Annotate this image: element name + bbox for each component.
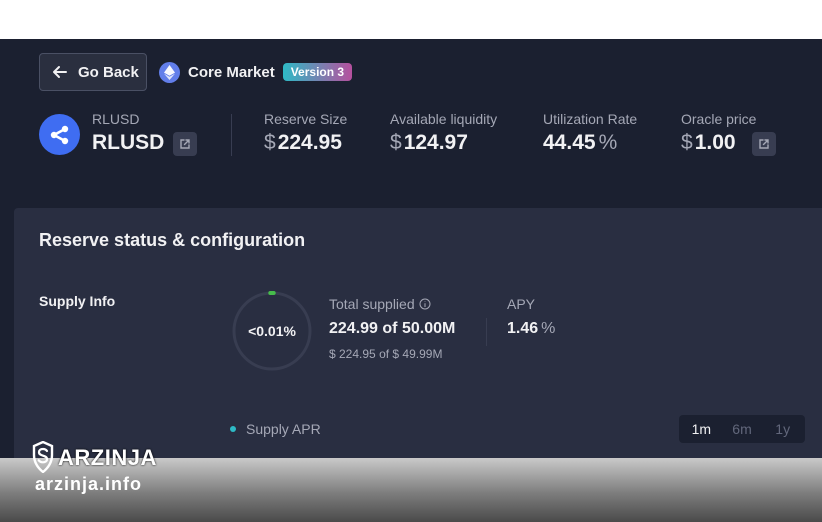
total-supplied-amount: 224.99: [329, 320, 378, 337]
watermark-brand: ARZINJA: [58, 445, 157, 470]
legend-dot-icon: [230, 426, 236, 432]
oracle-price-label: Oracle price: [681, 111, 757, 127]
browser-top-area: [0, 0, 822, 39]
ethereum-icon: [159, 61, 180, 83]
usd-supplied: $ 224.95: [329, 347, 376, 361]
total-supplied-usd: $ 224.95 of $ 49.99M: [329, 347, 442, 361]
currency-symbol: $: [264, 131, 276, 154]
range-button-6m[interactable]: 6m: [722, 417, 763, 441]
watermark-url: arzinja.info: [35, 474, 143, 494]
chart-legend: Supply APR: [230, 421, 321, 437]
arrow-left-icon: [53, 66, 67, 78]
available-liquidity-amount: 124.97: [403, 131, 468, 154]
usd-cap: $ 49.99M: [392, 347, 443, 361]
reserve-size-label: Reserve Size: [264, 111, 348, 127]
supply-divider: [486, 318, 487, 346]
external-link-icon: [759, 139, 769, 149]
reserve-size-amount: 224.95: [277, 131, 342, 154]
asset-symbol: RLUSD: [92, 131, 165, 154]
market-selector[interactable]: Core Market Version 3: [159, 61, 353, 83]
go-back-button[interactable]: Go Back: [39, 53, 147, 91]
panel-title: Reserve status & configuration: [39, 230, 306, 250]
percent-symbol: %: [541, 320, 556, 337]
info-icon[interactable]: [419, 298, 431, 310]
supply-info-label: Supply Info: [39, 293, 116, 309]
total-supplied-label: Total supplied: [329, 296, 431, 312]
apy-label: APY: [507, 296, 536, 312]
apy-amount: 1.46: [507, 320, 539, 337]
external-link-icon: [180, 139, 190, 149]
stats-divider: [231, 114, 232, 156]
utilization-rate-amount: 44.45: [543, 131, 596, 154]
range-button-1y[interactable]: 1y: [762, 417, 803, 441]
range-button-1m[interactable]: 1m: [681, 417, 722, 441]
market-name: Core Market: [188, 63, 275, 81]
rlusd-logo-icon: [39, 114, 80, 155]
oracle-price-value: $1.00: [681, 131, 736, 155]
utilization-rate-value: 44.45%: [543, 131, 617, 155]
oracle-external-link-button[interactable]: [752, 132, 776, 156]
of-text: of: [379, 347, 390, 361]
total-supplied-value: 224.99 of 50.00M: [329, 320, 455, 338]
total-supplied-label-text: Total supplied: [329, 296, 415, 312]
reserve-size-value: $224.95: [264, 131, 342, 155]
currency-symbol: $: [390, 131, 402, 154]
percent-symbol: %: [598, 131, 618, 154]
version-badge: Version 3: [282, 63, 353, 81]
supply-cap-amount: 50.00M: [401, 320, 456, 337]
utilization-rate-label: Utilization Rate: [543, 111, 638, 127]
available-liquidity-value: $124.97: [390, 131, 468, 155]
supply-ring-percent: <0.01%: [248, 323, 296, 339]
asset-external-link-button[interactable]: [173, 132, 197, 156]
oracle-price-amount: 1.00: [694, 131, 736, 154]
available-liquidity-label: Available liquidity: [390, 111, 498, 127]
legend-label: Supply APR: [246, 421, 321, 437]
apy-value: 1.46%: [507, 320, 555, 338]
of-text: of: [382, 320, 398, 337]
go-back-label: Go Back: [78, 63, 139, 81]
time-range-selector: 1m 6m 1y: [679, 415, 805, 443]
arzinja-logo-icon: [32, 441, 54, 473]
asset-symbol-small: RLUSD: [92, 111, 140, 127]
currency-symbol: $: [681, 131, 693, 154]
